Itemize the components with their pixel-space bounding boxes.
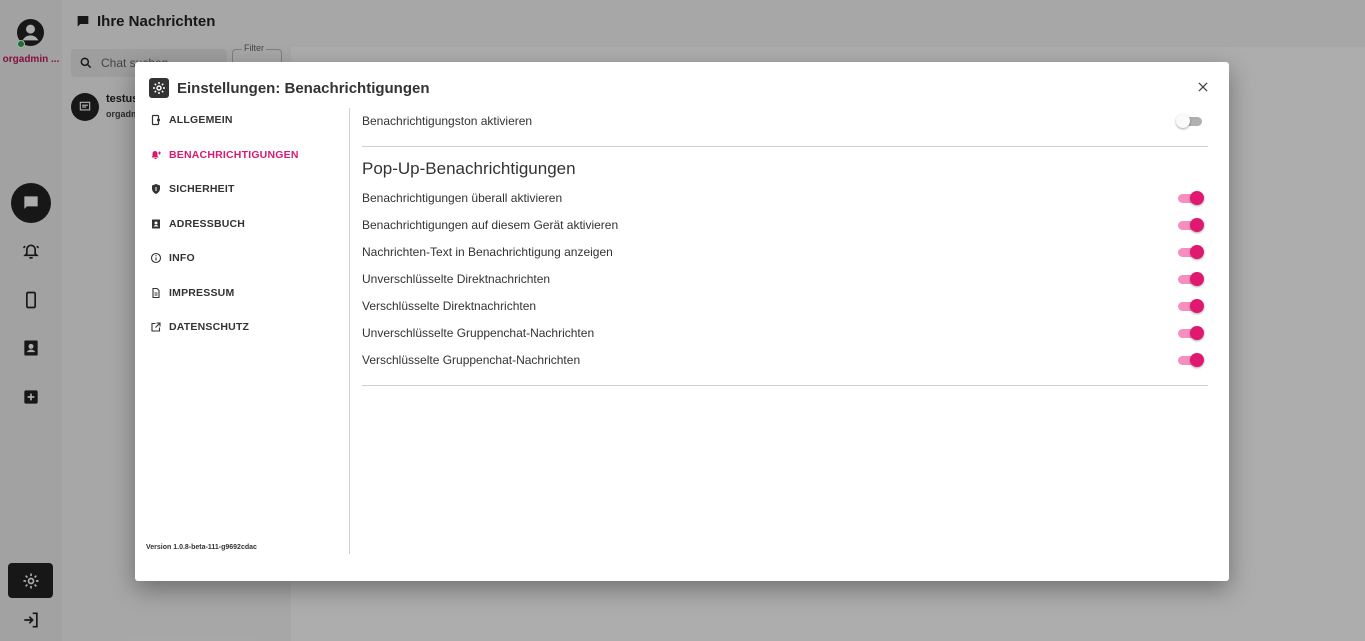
popup-section-title: Pop-Up-Benachrichtigungen — [362, 159, 576, 178]
nav-item-sicherheit[interactable]: SICHERHEIT — [150, 179, 235, 199]
settings-dialog: Einstellungen: Benachrichtigungen ALLGEM… — [135, 62, 1229, 581]
unencrypted-group-toggle[interactable] — [1176, 326, 1204, 340]
setting-row-popup-everywhere: Benachrichtigungen überall aktivieren — [362, 188, 1208, 208]
setting-label: Unverschlüsselte Gruppenchat-Nachrichten — [362, 326, 595, 340]
info-icon — [150, 252, 162, 264]
version-label: Version 1.0.8-beta-111-g9692cdac — [146, 544, 257, 551]
setting-label: Verschlüsselte Gruppenchat-Nachrichten — [362, 353, 581, 367]
encrypted-direct-toggle[interactable] — [1176, 299, 1204, 313]
nav-label: INFO — [169, 252, 195, 264]
nav-label: DATENSCHUTZ — [169, 321, 250, 333]
unencrypted-direct-toggle[interactable] — [1176, 272, 1204, 286]
toggle-thumb — [1190, 299, 1204, 313]
setting-label: Benachrichtigungen überall aktivieren — [362, 191, 563, 205]
popup-this-device-toggle[interactable] — [1176, 218, 1204, 232]
toggle-thumb — [1190, 353, 1204, 367]
bell-plus-icon — [151, 151, 161, 159]
nav-label: SICHERHEIT — [169, 183, 235, 195]
setting-label: Benachrichtigungen auf diesem Gerät akti… — [362, 218, 619, 232]
setting-label: Verschlüsselte Direktnachrichten — [362, 299, 537, 313]
setting-label: Unverschlüsselte Direktnachrichten — [362, 272, 551, 286]
external-link-icon — [151, 322, 161, 332]
setting-row-encrypted-direct: Verschlüsselte Direktnachrichten — [362, 296, 1208, 316]
setting-row-show-text: Nachrichten-Text in Benachrichtigung anz… — [362, 242, 1208, 262]
sound-toggle[interactable] — [1176, 114, 1204, 128]
setting-row-unencrypted-direct: Unverschlüsselte Direktnachrichten — [362, 269, 1208, 289]
toggle-thumb — [1190, 326, 1204, 340]
setting-row-unencrypted-group: Unverschlüsselte Gruppenchat-Nachrichten — [362, 323, 1208, 343]
nav-item-impressum[interactable]: IMPRESSUM — [150, 283, 234, 303]
nav-label: BENACHRICHTIGUNGEN — [169, 149, 299, 161]
nav-label: IMPRESSUM — [169, 287, 235, 299]
toggle-thumb — [1190, 272, 1204, 286]
toggle-thumb — [1190, 191, 1204, 205]
nav-label: ALLGEMEIN — [169, 114, 233, 126]
nav-item-allgemein[interactable]: ALLGEMEIN — [150, 110, 233, 130]
close-icon — [1198, 82, 1208, 92]
nav-label: ADRESSBUCH — [169, 218, 246, 230]
popup-everywhere-toggle[interactable] — [1176, 191, 1204, 205]
divider — [362, 385, 1208, 386]
nav-item-datenschutz[interactable]: DATENSCHUTZ — [150, 317, 249, 337]
settings-gear-icon — [149, 78, 169, 98]
nav-divider — [349, 108, 350, 554]
divider — [362, 146, 1208, 147]
toggle-thumb — [1190, 218, 1204, 232]
setting-row-encrypted-group: Verschlüsselte Gruppenchat-Nachrichten — [362, 350, 1208, 370]
document-icon — [152, 287, 160, 299]
toggle-thumb — [1190, 245, 1204, 259]
setting-row-sound: Benachrichtigungston aktivieren — [362, 111, 1208, 131]
setting-label: Benachrichtigungston aktivieren — [362, 114, 533, 128]
nav-item-benachrichtigungen[interactable]: BENACHRICHTIGUNGEN — [150, 145, 299, 165]
encrypted-group-toggle[interactable] — [1176, 353, 1204, 367]
setting-label: Nachrichten-Text in Benachrichtigung anz… — [362, 245, 613, 259]
shield-icon — [152, 184, 160, 194]
contacts-icon — [152, 219, 160, 229]
dialog-title-text: Einstellungen: Benachrichtigungen — [177, 79, 430, 97]
setting-row-popup-this-device: Benachrichtigungen auf diesem Gerät akti… — [362, 215, 1208, 235]
nav-item-info[interactable]: INFO — [150, 248, 195, 268]
close-button[interactable] — [1195, 79, 1211, 95]
show-text-toggle[interactable] — [1176, 245, 1204, 259]
dialog-title: Einstellungen: Benachrichtigungen — [149, 78, 430, 98]
nav-item-adressbuch[interactable]: ADRESSBUCH — [150, 214, 245, 234]
device-settings-icon — [151, 114, 160, 126]
toggle-thumb — [1176, 114, 1190, 128]
